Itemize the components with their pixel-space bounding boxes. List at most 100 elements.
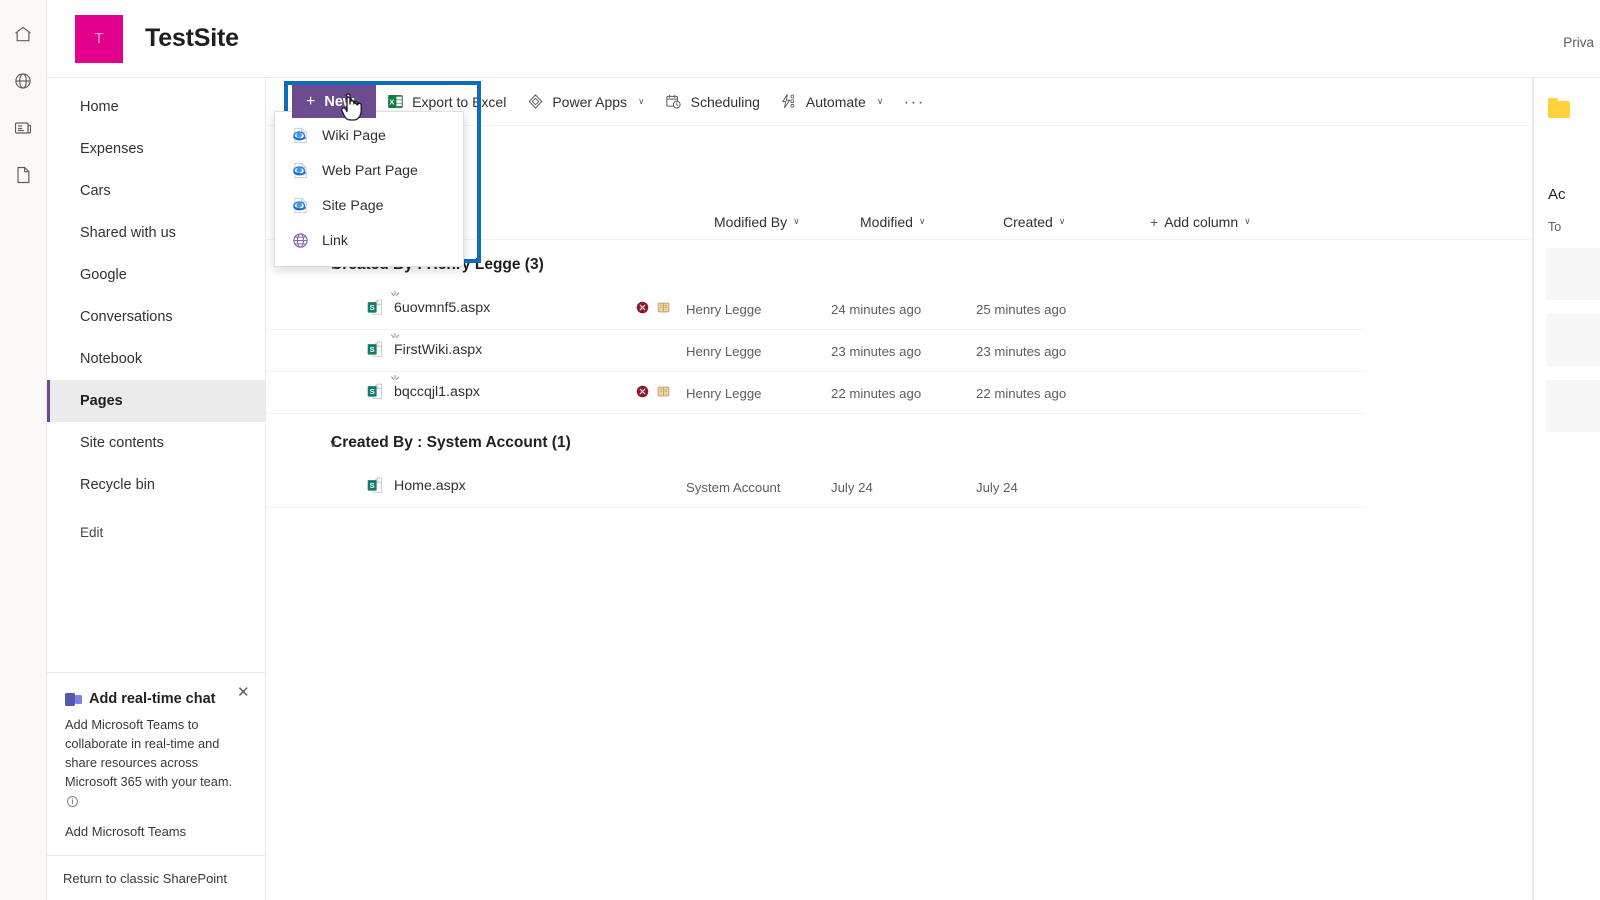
file-name-link[interactable]: bqccqjl1.aspx <box>394 384 480 400</box>
menu-item-wiki-page[interactable]: Wiki Page <box>275 118 463 153</box>
sidebar-item-label: Shared with us <box>80 225 176 241</box>
chevron-down-icon: ∨ <box>793 216 800 226</box>
news-icon[interactable] <box>0 104 47 151</box>
file-name-link[interactable]: 6uovmnf5.aspx <box>394 300 490 316</box>
cell-modified-by: Henry Legge <box>686 386 762 401</box>
link-globe-icon <box>292 232 309 249</box>
sidebar-item-label: Site contents <box>80 435 164 451</box>
menu-item-label: Web Part Page <box>322 162 418 179</box>
svg-text:X: X <box>389 97 395 106</box>
sidebar-item-label: Google <box>80 267 127 283</box>
sidebar-item-expenses[interactable]: Expenses <box>47 128 265 170</box>
checked-out-icon[interactable] <box>636 385 649 401</box>
right-panel: Ac To <box>1533 79 1600 900</box>
sharepoint-pages-app: T TestSite Priva Home Expenses Cars Shared … <box>0 0 1600 900</box>
sidebar-item-shared-with-us[interactable]: Shared with us <box>47 212 265 254</box>
table-row[interactable]: Sbqccqjl1.aspx Henry Legge 22 minutes ago 2… <box>266 372 1366 414</box>
teams-icon <box>65 692 82 707</box>
add-microsoft-teams-link[interactable]: Add Microsoft Teams <box>65 824 245 839</box>
promo-body-text: Add Microsoft Teams to collaborate in re… <box>65 716 245 811</box>
app-rail <box>0 0 47 900</box>
file-name-link[interactable]: FirstWiki.aspx <box>394 342 482 358</box>
right-panel-card[interactable] <box>1546 314 1600 366</box>
page-status-icon[interactable] <box>657 385 670 401</box>
site-logo[interactable]: T <box>75 14 123 63</box>
nav-edit-link[interactable]: Edit <box>47 512 265 552</box>
svg-text:S: S <box>370 481 375 490</box>
new-dropdown-menu: Wiki Page Web Part Page Site Page Link <box>274 111 464 267</box>
folder-icon <box>1548 98 1570 118</box>
sidebar-item-pages[interactable]: Pages <box>47 380 265 422</box>
page-title: TestSite <box>145 24 239 52</box>
sidebar-item-conversations[interactable]: Conversations <box>47 296 265 338</box>
privacy-label: Priva <box>1563 35 1594 50</box>
table-row[interactable]: S 6uovmnf5.aspx Henry Legge 24 minutes ago 2… <box>266 288 1366 330</box>
sidebar-item-label: Notebook <box>80 351 143 367</box>
sidebar-item-label: Cars <box>80 183 111 199</box>
row-status-badges <box>636 301 670 317</box>
menu-item-web-part-page[interactable]: Web Part Page <box>275 153 463 188</box>
column-label: Modified By <box>714 213 788 230</box>
excel-icon: X <box>386 93 404 111</box>
table-row[interactable]: S FirstWiki.aspx Henry Legge 23 minutes ago… <box>266 330 1366 372</box>
command-scheduling[interactable]: Scheduling <box>655 86 770 118</box>
cell-created: 25 minutes ago <box>976 302 1067 317</box>
sharepoint-page-icon: S <box>366 476 385 498</box>
command-power-apps[interactable]: Power Apps ∨ <box>516 86 654 118</box>
sidebar-item-cars[interactable]: Cars <box>47 170 265 212</box>
sharepoint-page-icon: S <box>366 298 385 320</box>
scheduling-icon <box>665 93 683 111</box>
menu-item-label: Site Page <box>322 197 384 214</box>
menu-item-site-page[interactable]: Site Page <box>275 188 463 223</box>
new-button[interactable]: + New <box>292 85 377 118</box>
overflow-menu-button[interactable]: ··· <box>893 93 934 110</box>
right-panel-subtitle: To <box>1548 220 1562 234</box>
column-header-modified[interactable]: Modified ∨ <box>860 214 926 230</box>
add-column-button[interactable]: + Add column ∨ <box>1150 214 1251 230</box>
right-panel-card[interactable] <box>1546 248 1600 300</box>
column-header-modified-by[interactable]: Modified By ∨ <box>714 214 800 230</box>
sidebar-item-label: Pages <box>80 393 123 409</box>
home-icon[interactable] <box>0 10 47 57</box>
sidebar-item-site-contents[interactable]: Site contents <box>47 422 265 464</box>
site-page-icon <box>292 197 309 214</box>
page-status-icon[interactable] <box>657 301 670 317</box>
globe-icon[interactable] <box>0 57 47 104</box>
sidebar-item-label: Home <box>80 99 119 115</box>
wiki-page-icon <box>292 127 309 144</box>
column-label: Created <box>1003 213 1053 230</box>
cell-created: 23 minutes ago <box>976 344 1067 359</box>
close-icon[interactable]: ✕ <box>237 685 253 701</box>
group-header-label: Created By : System Account (1) <box>331 434 571 451</box>
info-icon[interactable]: i <box>67 796 78 808</box>
cell-modified-by: Henry Legge <box>686 302 762 317</box>
chevron-down-icon: ∨ <box>1244 216 1251 226</box>
right-panel-card[interactable] <box>1546 380 1600 432</box>
menu-item-label: Wiki Page <box>322 127 386 144</box>
return-to-classic-sharepoint-link[interactable]: Return to classic SharePoint <box>47 855 265 900</box>
sidebar-item-notebook[interactable]: Notebook <box>47 338 265 380</box>
file-name-link[interactable]: Home.aspx <box>394 478 466 494</box>
chevron-down-icon: ∨ <box>876 96 884 106</box>
sharepoint-page-icon: S <box>366 382 385 404</box>
svg-text:S: S <box>370 387 375 396</box>
sidebar-item-google[interactable]: Google <box>47 254 265 296</box>
svg-text:S: S <box>370 303 375 312</box>
cell-modified-by: System Account <box>686 480 781 495</box>
command-automate[interactable]: Automate ∨ <box>770 86 894 118</box>
command-label: Power Apps <box>552 93 628 110</box>
chevron-down-icon[interactable]: ∨ <box>329 437 337 450</box>
command-label: Export to Excel <box>412 93 507 110</box>
document-icon[interactable] <box>0 151 47 198</box>
group-header[interactable]: ∨ Created By : System Account (1) <box>266 428 571 458</box>
sharepoint-page-icon: S <box>366 340 385 362</box>
sidebar-item-recycle-bin[interactable]: Recycle bin <box>47 464 265 506</box>
cell-created: July 24 <box>976 480 1018 495</box>
sidebar-item-home[interactable]: Home <box>47 86 265 128</box>
promo-title-text: Add real-time chat <box>89 691 216 708</box>
checked-out-icon[interactable] <box>636 301 649 317</box>
menu-item-link[interactable]: Link <box>275 223 463 258</box>
promo-body-span: Add Microsoft Teams to collaborate in re… <box>65 717 233 790</box>
table-row[interactable]: S Home.aspx System Account July 24 July 24 <box>266 466 1366 508</box>
column-header-created[interactable]: Created ∨ <box>1003 214 1065 230</box>
